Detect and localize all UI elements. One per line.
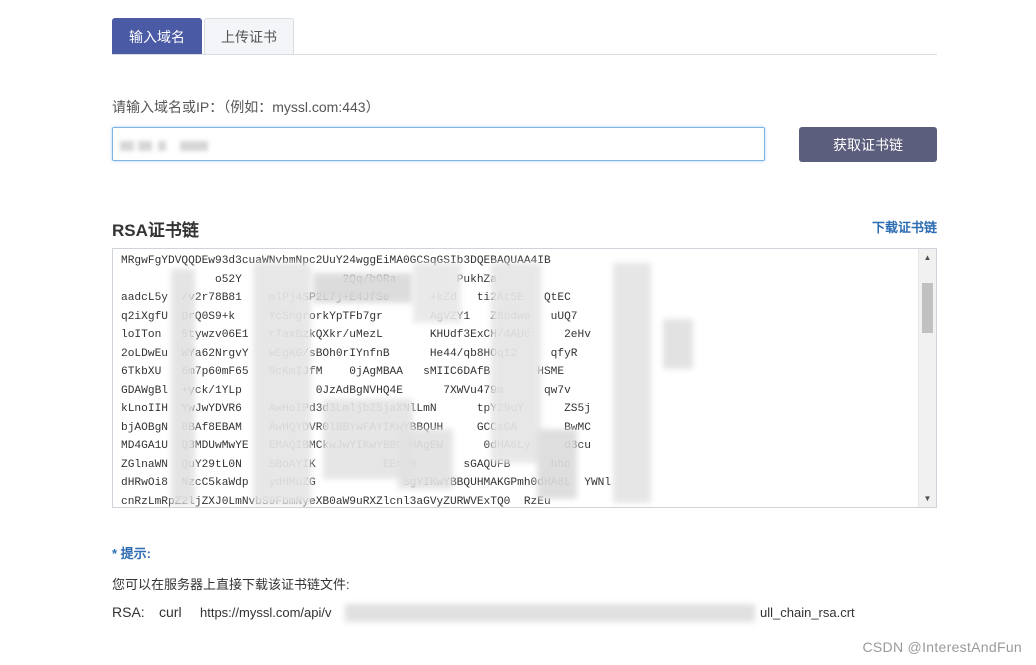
redacted-domain-text (120, 141, 134, 151)
tab-upload-certificate[interactable]: 上传证书 (204, 18, 294, 54)
tab-enter-domain[interactable]: 输入域名 (112, 18, 202, 54)
scrollbar-thumb[interactable] (922, 283, 933, 333)
tip-title: * 提示: (112, 546, 152, 561)
scroll-down-arrow-icon[interactable]: ▼ (919, 490, 936, 507)
redaction-mosaic (413, 263, 461, 323)
redaction-mosaic (313, 273, 413, 303)
redaction-mosaic (613, 263, 651, 503)
redaction-mosaic (253, 263, 311, 505)
redacted-domain-text (158, 141, 166, 151)
curl-command: curl (159, 604, 182, 620)
tab-bar: 输入域名 上传证书 (112, 18, 937, 55)
redacted-domain-text (138, 141, 152, 151)
domain-input-label: 请输入域名或IP：（例如：myssl.com:443） (112, 99, 380, 115)
redaction-mosaic (663, 319, 693, 369)
vertical-scrollbar[interactable]: ▲ ▼ (918, 249, 936, 507)
scroll-up-arrow-icon[interactable]: ▲ (919, 249, 936, 266)
redaction-mosaic (537, 429, 577, 499)
download-url-start: https://myssl.com/api/v (200, 605, 332, 620)
redaction-mosaic (171, 269, 195, 505)
download-chain-link[interactable]: 下载证书链 (872, 217, 937, 236)
redaction-mosaic (491, 263, 541, 463)
domain-input[interactable] (112, 127, 765, 161)
redacted-url (345, 604, 755, 622)
redaction-mosaic (398, 429, 453, 489)
rsa-download-command: RSA: curl https://myssl.com/api/v ull_ch… (112, 604, 942, 624)
csdn-watermark: CSDN @InterestAndFun (862, 639, 1022, 655)
page: 输入域名 上传证书 请输入域名或IP：（例如：myssl.com:443） 获取… (0, 0, 1036, 665)
redacted-domain-text (180, 141, 208, 151)
tip-description: 您可以在服务器上直接下载该证书链文件: (112, 577, 350, 592)
download-url-end: ull_chain_rsa.crt (760, 605, 855, 620)
rsa-label: RSA: (112, 604, 145, 620)
rsa-chain-title: RSA证书链 (112, 221, 199, 240)
get-certificate-chain-button[interactable]: 获取证书链 (799, 127, 937, 162)
certificate-chain-textarea[interactable]: MRgwFgYDVQQDEw93d3cuaWNvbmNpc2UuY24wggEi… (112, 248, 937, 508)
